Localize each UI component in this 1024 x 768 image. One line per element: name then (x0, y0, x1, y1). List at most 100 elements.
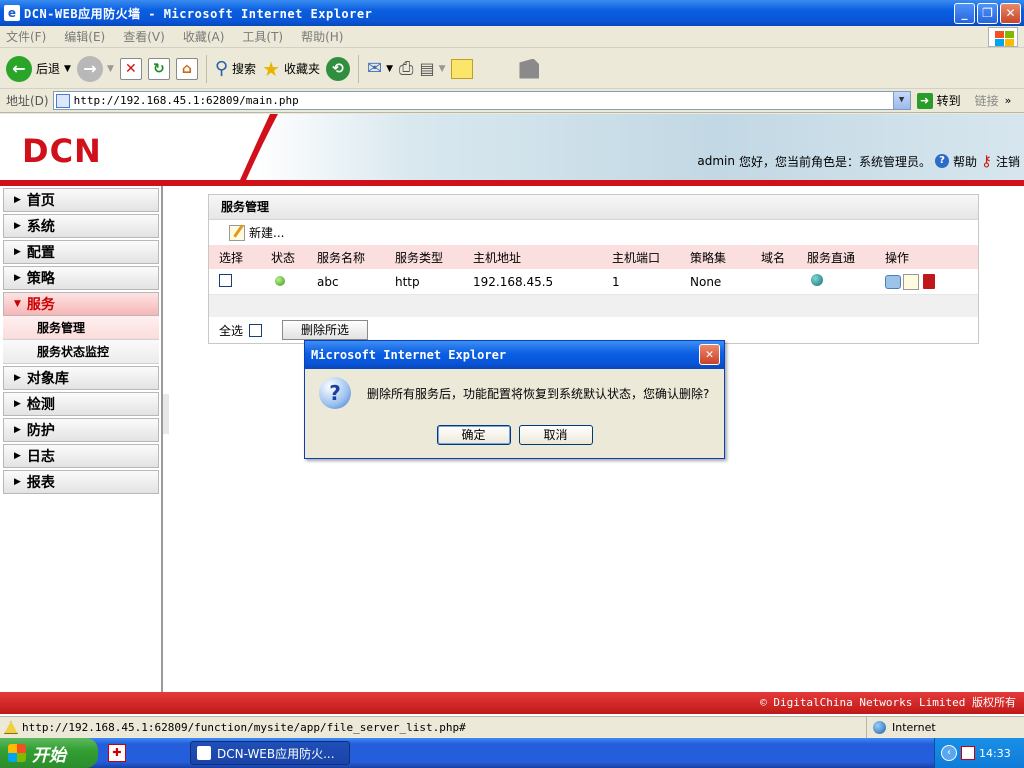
panel-title: 服务管理 (209, 195, 978, 220)
menu-favorites[interactable]: 收藏(A) (183, 28, 225, 45)
address-input[interactable]: http://192.168.45.1:62809/main.php ▼ (52, 91, 911, 110)
chevron-down-icon: ▼ (438, 63, 446, 74)
delete-icon[interactable] (923, 274, 935, 289)
sidebar-subitem-service-monitor[interactable]: 服务状态监控 (3, 340, 159, 364)
delete-selected-button[interactable]: 删除所选 (282, 320, 369, 340)
sidebar-splitter[interactable] (163, 394, 169, 434)
taskbar-ie-window[interactable]: DCN-WEB应用防火... (190, 741, 350, 765)
warning-icon (4, 721, 18, 734)
passthrough-icon[interactable] (811, 274, 823, 286)
dialog-close-button[interactable]: ✕ (699, 344, 720, 365)
edit-icon[interactable] (903, 273, 919, 290)
windows-logo-icon (988, 27, 1018, 47)
print-icon[interactable]: ⎙ (399, 58, 413, 79)
start-button[interactable]: 开始 (0, 738, 98, 768)
user-info: admin 您好，您当前角色是：系统管理员。 ? 帮助 ⚷ 注销 (697, 152, 1020, 170)
key-icon[interactable]: ⚷ (981, 152, 992, 170)
confirm-dialog: Microsoft Internet Explorer ✕ ? 删除所有服务后，… (304, 340, 725, 459)
tray-app-icon[interactable] (961, 746, 975, 760)
tray-expand-icon[interactable]: ‹ (941, 745, 957, 761)
menu-help[interactable]: 帮助(H) (301, 28, 343, 45)
back-button[interactable]: ← 后退 ▼ (6, 55, 71, 82)
links-button[interactable]: 链接 (975, 92, 999, 109)
chevron-right-icon[interactable]: » (1005, 94, 1012, 107)
logout-link[interactable]: 注销 (996, 153, 1020, 170)
cancel-button[interactable]: 取消 (518, 425, 593, 445)
username: admin (697, 154, 735, 168)
internet-globe-icon (873, 721, 886, 734)
favorites-button[interactable]: ★ 收藏夹 (262, 57, 320, 81)
chevron-right-icon: ▶ (14, 195, 21, 205)
col-passthrough: 服务直通 (807, 250, 856, 265)
menu-file[interactable]: 文件(F) (6, 28, 46, 45)
menu-edit[interactable]: 编辑(E) (64, 28, 105, 45)
sidebar-item-objects[interactable]: ▶ 对象库 (3, 366, 159, 390)
windows-start-icon (8, 744, 26, 762)
chevron-down-icon: ▼ (386, 63, 394, 74)
select-all-label: 全选 (219, 323, 244, 338)
browser-toolbar: ← 后退 ▼ → ▼ ✕ ↻ ⌂ ⚲ 搜索 ★ 收藏夹 ⟲ ✉ ▼ ⎙ ▤ ▼ (0, 49, 1024, 89)
history-icon[interactable]: ⟲ (326, 56, 351, 81)
cell-policy: None (690, 274, 722, 289)
col-select: 选择 (219, 250, 244, 265)
messenger-icon[interactable] (519, 58, 540, 79)
cell-name: abc (317, 274, 339, 289)
mail-button[interactable]: ✉ ▼ (367, 58, 393, 79)
search-button[interactable]: ⚲ 搜索 (215, 58, 256, 79)
note-icon[interactable] (451, 58, 474, 79)
sidebar-item-home[interactable]: ▶ 首页 (3, 188, 159, 212)
chevron-right-icon: ▶ (14, 425, 21, 435)
chevron-right-icon: ▶ (14, 247, 21, 257)
sidebar-item-detection[interactable]: ▶ 检测 (3, 392, 159, 416)
sidebar-item-logs[interactable]: ▶ 日志 (3, 444, 159, 468)
row-checkbox[interactable] (219, 273, 232, 287)
maximize-button[interactable]: ❐ (977, 3, 998, 24)
quicklaunch-app-icon[interactable]: ✚ (108, 744, 126, 762)
refresh-icon[interactable]: ↻ (147, 57, 170, 80)
select-all-checkbox[interactable] (249, 323, 263, 337)
menu-view[interactable]: 查看(V) (123, 28, 165, 45)
col-policy: 策略集 (690, 250, 727, 265)
sidebar-item-service[interactable]: ▼ 服务 (3, 292, 159, 316)
cell-port: 1 (612, 274, 620, 289)
col-port: 主机端口 (612, 250, 661, 265)
site-header: DCN admin 您好，您当前角色是：系统管理员。 ? 帮助 ⚷ 注销 (0, 114, 1024, 180)
ok-button[interactable]: 确定 (436, 425, 511, 445)
ie-task-icon (197, 746, 211, 760)
sidebar-subitem-service-management[interactable]: 服务管理 (3, 316, 159, 340)
menu-tools[interactable]: 工具(T) (242, 28, 283, 45)
chevron-right-icon: ▶ (14, 373, 21, 383)
sidebar-item-protection[interactable]: ▶ 防护 (3, 418, 159, 442)
service-management-panel: 服务管理 新建... 选择 状态 服务名称 服务类型 主机地址 主机端口 策略集… (208, 194, 979, 344)
col-actions: 操作 (885, 250, 910, 265)
help-icon[interactable]: ? (934, 154, 949, 168)
address-dropdown-icon[interactable]: ▼ (892, 92, 910, 109)
sidebar-item-reports[interactable]: ▶ 报表 (3, 470, 159, 494)
toolbar-separator (358, 54, 360, 83)
col-host: 主机地址 (473, 250, 522, 265)
minimize-button[interactable]: _ (954, 3, 975, 24)
ie-icon: e (4, 5, 20, 21)
chevron-right-icon: ▶ (14, 273, 21, 283)
edit-button[interactable]: ▤ ▼ (419, 59, 445, 78)
go-button[interactable]: ➜ 转到 (916, 92, 961, 109)
chevron-right-icon: ▶ (14, 221, 21, 231)
stop-icon[interactable]: ✕ (119, 57, 142, 80)
close-button[interactable]: ✕ (1000, 3, 1021, 24)
help-link[interactable]: 帮助 (953, 153, 977, 170)
back-arrow-icon: ← (6, 55, 32, 82)
sidebar-item-config[interactable]: ▶ 配置 (3, 240, 159, 264)
mail-icon: ✉ (367, 58, 383, 79)
forward-button[interactable]: → ▼ (76, 55, 114, 82)
system-tray: ‹ 14:33 (934, 738, 1024, 768)
edit-page-icon: ▤ (419, 59, 435, 78)
new-service-button[interactable]: 新建... (209, 220, 978, 245)
dialog-title: Microsoft Internet Explorer (311, 348, 507, 362)
table-spacer (209, 295, 978, 317)
home-icon[interactable]: ⌂ (175, 57, 198, 80)
sidebar-item-policy[interactable]: ▶ 策略 (3, 266, 159, 290)
search-icon: ⚲ (214, 58, 229, 79)
dcn-logo: DCN (22, 132, 102, 170)
sidebar-item-system[interactable]: ▶ 系统 (3, 214, 159, 238)
view-icon[interactable] (885, 274, 901, 289)
